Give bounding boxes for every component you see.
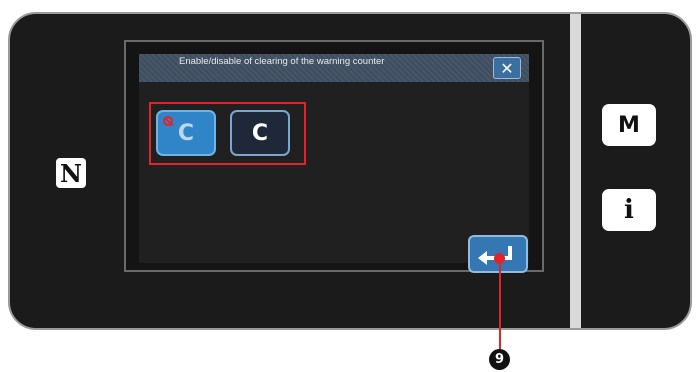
callout-dot xyxy=(494,253,505,264)
close-button[interactable]: ✕ xyxy=(493,57,521,79)
callout-line xyxy=(499,258,501,350)
prohibit-icon xyxy=(163,116,173,126)
dialog-title-bar: Enable/disable of clearing of the warnin… xyxy=(139,54,529,82)
clear-counter-disable-button[interactable]: C xyxy=(230,110,290,156)
close-icon: ✕ xyxy=(500,58,514,78)
clear-counter-disable-label: C xyxy=(251,120,269,146)
m-button[interactable]: M xyxy=(602,104,656,146)
info-button[interactable]: i xyxy=(602,189,656,231)
callout-number-badge: 9 xyxy=(489,349,510,370)
clear-counter-enable-button[interactable]: C xyxy=(156,110,216,156)
nfc-icon: N xyxy=(56,158,86,188)
panel-divider xyxy=(570,14,581,328)
dialog-title: Enable/disable of clearing of the warnin… xyxy=(179,56,385,67)
clear-counter-enable-label: C xyxy=(177,120,195,146)
